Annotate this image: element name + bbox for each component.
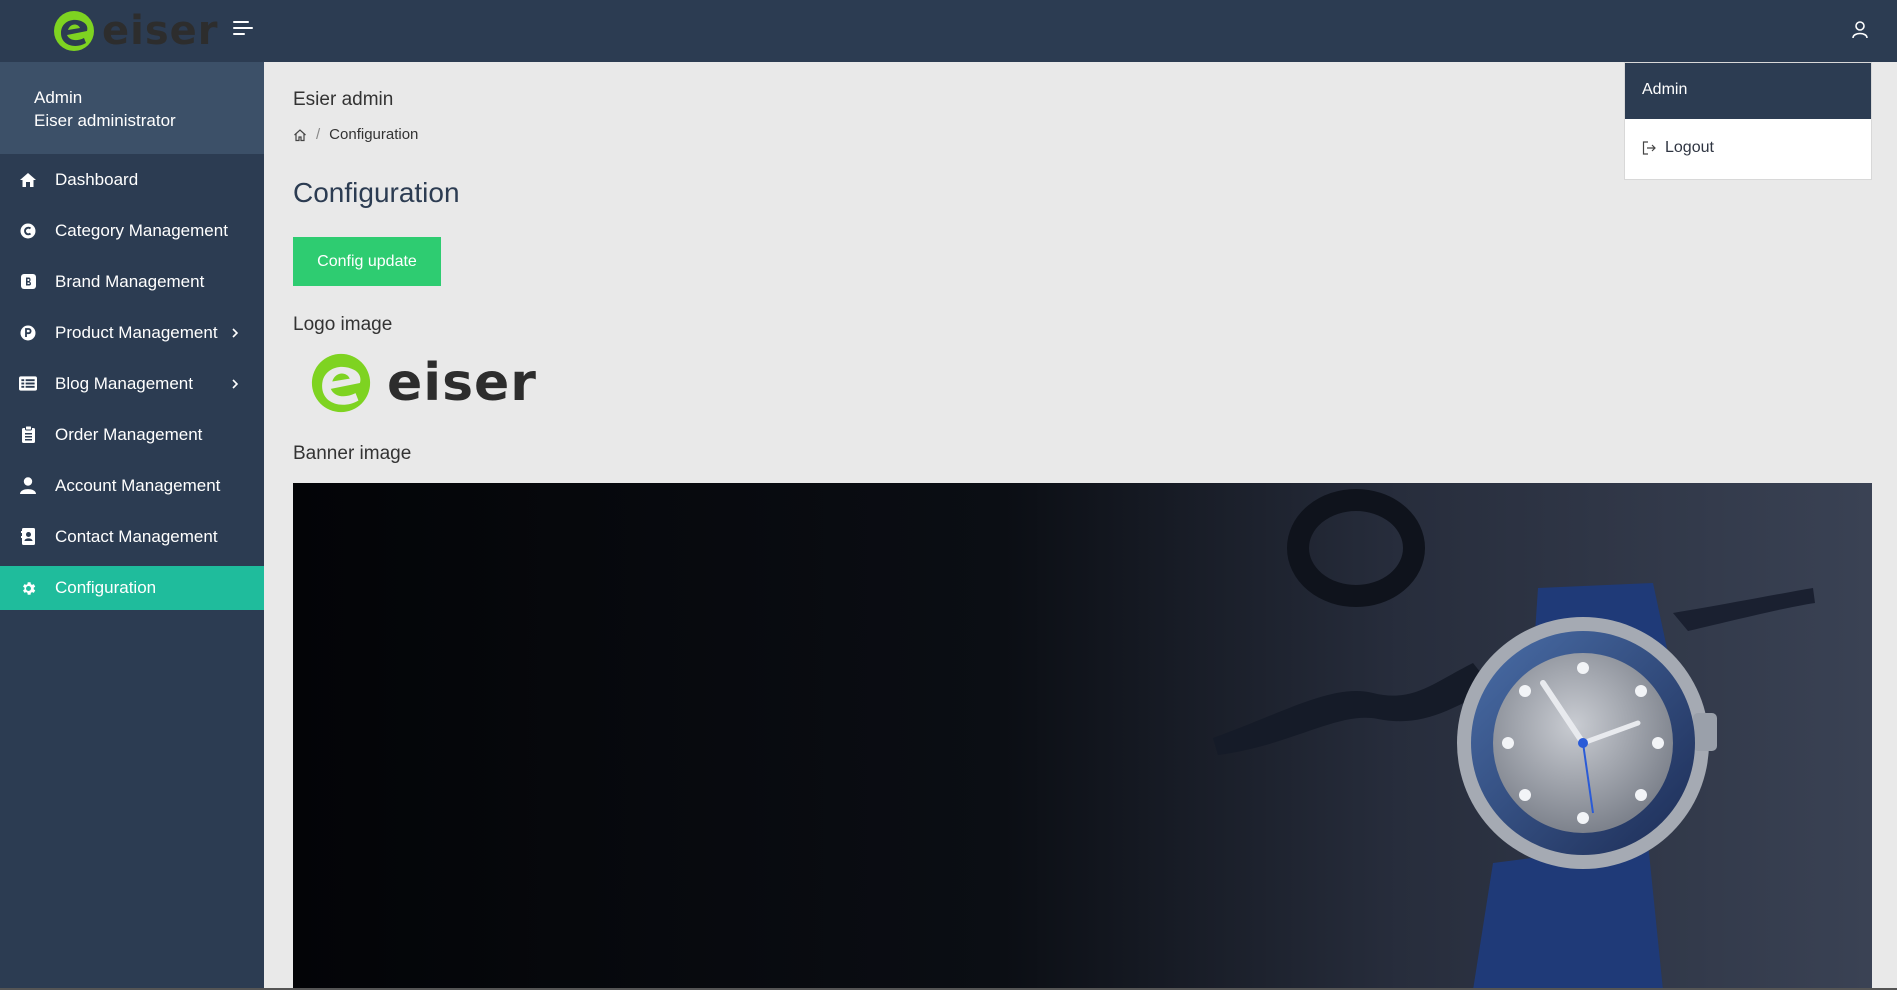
site-title: Esier admin [293,89,394,110]
clipboard-icon [19,426,37,444]
home-icon [19,171,37,189]
logo-image-label: Logo image [293,314,393,335]
logout-icon [1642,141,1656,155]
eiser-logo-icon [54,11,94,51]
logout-label: Logout [1665,139,1714,156]
main-content: Esier admin / Configuration Configuratio… [264,62,1897,990]
watch-banner-image [293,483,1872,990]
logo-image-preview: eiser [309,348,537,418]
user-dropdown-menu: Admin Logout [1624,62,1872,180]
sidebar-item-contact-management[interactable]: Contact Management [0,511,264,562]
profile-role: Eiser administrator [34,111,176,130]
sidebar-item-label: Order Management [55,424,203,444]
chevron-right-icon [232,378,239,389]
banner-image-label: Banner image [293,443,412,464]
user-icon[interactable] [1851,20,1869,40]
sidebar-item-product-management[interactable]: Product Management [0,307,264,358]
eiser-logo-icon [311,353,371,413]
top-navbar: eiser [0,0,1897,62]
sidebar: Admin Eiser administrator Dashboard Cate… [0,62,264,990]
page-title: Configuration [293,177,460,208]
sidebar-item-dashboard[interactable]: Dashboard [0,154,264,205]
sidebar-profile: Admin Eiser administrator [0,62,264,154]
sidebar-item-category-management[interactable]: Category Management [0,205,264,256]
blog-icon [19,375,37,393]
brand-logo[interactable]: eiser [52,6,219,56]
sidebar-item-brand-management[interactable]: Brand Management [0,256,264,307]
logo-preview-text: eiser [387,353,537,413]
profile-name: Admin [34,88,83,107]
user-icon [19,477,37,495]
sidebar-item-account-management[interactable]: Account Management [0,460,264,511]
sidebar-item-label: Category Management [55,220,228,240]
sidebar-item-label: Dashboard [55,169,139,189]
breadcrumb: / Configuration [293,126,418,143]
hamburger-icon[interactable] [233,21,253,41]
product-icon [19,324,37,342]
sidebar-item-configuration[interactable]: Configuration [0,566,264,610]
home-icon[interactable] [293,128,307,142]
chevron-right-icon [232,327,239,338]
sidebar-item-label: Contact Management [55,526,218,546]
gear-icon [19,579,37,597]
category-icon [19,222,37,240]
sidebar-item-label: Account Management [55,475,221,495]
sidebar-nav: Dashboard Category Management Brand Mana… [0,154,264,610]
breadcrumb-current: Configuration [329,126,419,143]
contact-icon [19,528,37,546]
sidebar-item-label: Configuration [55,578,157,597]
sidebar-item-order-management[interactable]: Order Management [0,409,264,460]
dropdown-header: Admin [1625,63,1871,119]
logout-menu-item[interactable]: Logout [1642,139,1714,157]
brand-name: eiser [102,8,219,54]
config-update-button[interactable]: Config update [293,237,441,286]
banner-image-preview [293,483,1872,990]
sidebar-item-label: Brand Management [55,271,205,291]
brand-icon [19,273,37,291]
breadcrumb-separator: / [316,126,321,143]
sidebar-item-label: Blog Management [55,373,193,393]
sidebar-item-label: Product Management [55,322,218,342]
sidebar-item-blog-management[interactable]: Blog Management [0,358,264,409]
